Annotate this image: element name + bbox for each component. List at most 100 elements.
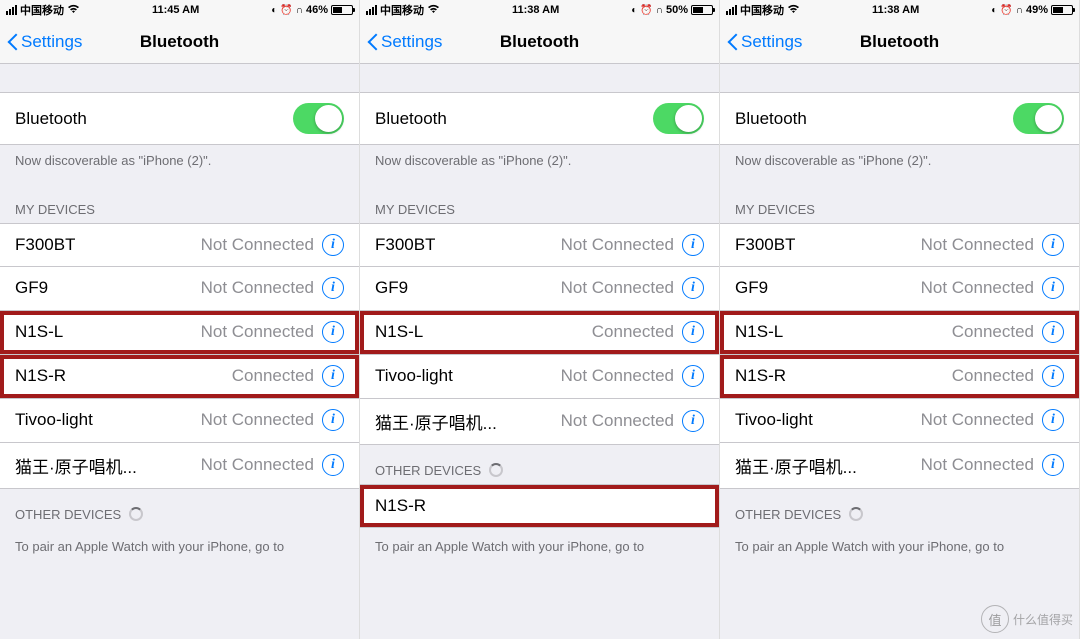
footer-note: To pair an Apple Watch with your iPhone,… [0,528,359,566]
status-bar: 中国移动11:38 AM◐⏰∩49% [720,0,1079,20]
carrier-label: 中国移动 [740,2,784,18]
other-devices-header: OTHER DEVICES [720,489,1079,528]
info-icon[interactable]: i [682,234,704,256]
my-devices-header: MY DEVICES [360,184,719,223]
carrier-label: 中国移动 [20,2,64,18]
info-icon[interactable]: i [682,321,704,343]
device-row[interactable]: F300BTNot Connectedi [0,223,359,267]
device-name: GF9 [375,278,408,298]
device-name: Tivoo-light [375,366,453,386]
device-row[interactable]: 猫王·原子唱机...Not Connectedi [0,443,359,489]
info-icon[interactable]: i [1042,234,1064,256]
device-status: Connected [592,322,674,342]
info-icon[interactable]: i [1042,277,1064,299]
info-icon[interactable]: i [322,365,344,387]
device-row[interactable]: GF9 Not Connected i [360,267,719,311]
info-icon[interactable]: i [1042,454,1064,476]
spinner-icon [129,507,143,521]
device-name: 猫王·原子唱机... [735,453,857,478]
device-row[interactable]: Tivoo-light Not Connected i [720,399,1079,443]
device-status: Not Connected [921,455,1034,475]
info-icon[interactable]: i [322,409,344,431]
battery-pct: 46% [306,4,328,16]
device-name: 猫王·原子唱机... [15,453,137,478]
bluetooth-label: Bluetooth [735,109,807,129]
screen-2: 中国移动11:38 AM◐⏰∩50%SettingsBluetoothBluet… [360,0,720,639]
info-icon[interactable]: i [682,365,704,387]
bluetooth-toggle[interactable] [1013,103,1064,134]
device-status: Not Connected [921,410,1034,430]
back-button[interactable]: Settings [0,32,82,52]
footer-note: To pair an Apple Watch with your iPhone,… [720,528,1079,566]
bluetooth-toggle-row[interactable]: Bluetooth [360,92,719,145]
signal-icon [366,5,377,15]
device-row[interactable]: GF9Not Connectedi [720,267,1079,311]
device-name: Tivoo-light [735,410,813,430]
bluetooth-toggle[interactable] [653,103,704,134]
chevron-left-icon [726,32,738,52]
info-icon[interactable]: i [322,454,344,476]
device-row[interactable]: 猫王·原子唱机... Not Connected i [720,443,1079,489]
nav-bar: SettingsBluetooth [360,20,719,64]
info-icon[interactable]: i [1042,409,1064,431]
device-status: Not Connected [201,322,314,342]
device-row[interactable]: Tivoo-lightNot Connectedi [360,355,719,399]
battery-pct: 49% [1026,4,1048,16]
footer-note: To pair an Apple Watch with your iPhone,… [360,528,719,566]
device-row[interactable]: GF9Not Connectedi [0,267,359,311]
back-button[interactable]: Settings [360,32,442,52]
device-name: F300BT [375,235,435,255]
device-name: GF9 [735,278,768,298]
carrier-label: 中国移动 [380,2,424,18]
info-icon[interactable]: i [682,410,704,432]
info-icon[interactable]: i [322,234,344,256]
device-status: Connected [952,366,1034,386]
nav-bar: SettingsBluetooth [0,20,359,64]
info-icon[interactable]: i [1042,365,1064,387]
status-bar: 中国移动11:38 AM◐⏰∩50% [360,0,719,20]
device-status: Not Connected [561,411,674,431]
my-devices-header: MY DEVICES [720,184,1079,223]
info-icon[interactable]: i [322,321,344,343]
device-row[interactable]: F300BT Not Connected i [360,223,719,267]
my-devices-header: MY DEVICES [0,184,359,223]
watermark-text: 什么值得买 [1013,611,1073,628]
bluetooth-toggle[interactable] [293,103,344,134]
status-bar: 中国移动11:45 AM◐⏰∩46% [0,0,359,20]
device-row[interactable]: N1S-L Connected i [360,311,719,355]
dnd-icon: ◐ [631,5,637,16]
watermark-badge: 值 [981,605,1009,633]
device-name: F300BT [735,235,795,255]
discoverable-note: Now discoverable as "iPhone (2)". [0,145,359,184]
info-icon[interactable]: i [322,277,344,299]
status-time: 11:38 AM [512,4,559,16]
chevron-left-icon [366,32,378,52]
device-row[interactable]: N1S-LConnectedi [720,311,1079,355]
info-icon[interactable]: i [682,277,704,299]
bluetooth-toggle-row[interactable]: Bluetooth [720,92,1079,145]
screen-1: 中国移动11:45 AM◐⏰∩46%SettingsBluetooth Bluet… [0,0,360,639]
device-name: N1S-L [735,322,783,342]
device-row[interactable]: N1S-RConnectedi [0,355,359,399]
device-name: N1S-L [375,322,423,342]
device-row[interactable]: N1S-R Connected i [720,355,1079,399]
device-status: Connected [232,366,314,386]
device-status: Not Connected [561,278,674,298]
wifi-icon [787,4,800,17]
device-name: N1S-R [735,366,786,386]
device-row[interactable]: N1S-LNot Connectedi [0,311,359,355]
back-button[interactable]: Settings [720,32,802,52]
other-device-row[interactable]: N1S-R [360,484,719,528]
headphones-icon: ∩ [656,5,663,16]
bluetooth-toggle-row[interactable]: Bluetooth [0,92,359,145]
device-status: Not Connected [561,235,674,255]
device-row[interactable]: F300BTNot Connectedi [720,223,1079,267]
back-label: Settings [741,32,802,52]
signal-icon [726,5,737,15]
screen-3: 值 什么值得买 中国移动11:38 AM◐⏰∩49% Settings Blueto… [720,0,1080,639]
headphones-icon: ∩ [296,5,303,16]
device-row[interactable]: Tivoo-lightNot Connectedi [0,399,359,443]
info-icon[interactable]: i [1042,321,1064,343]
device-row[interactable]: 猫王·原子唱机...Not Connectedi [360,399,719,445]
headphones-icon: ∩ [1016,5,1023,16]
